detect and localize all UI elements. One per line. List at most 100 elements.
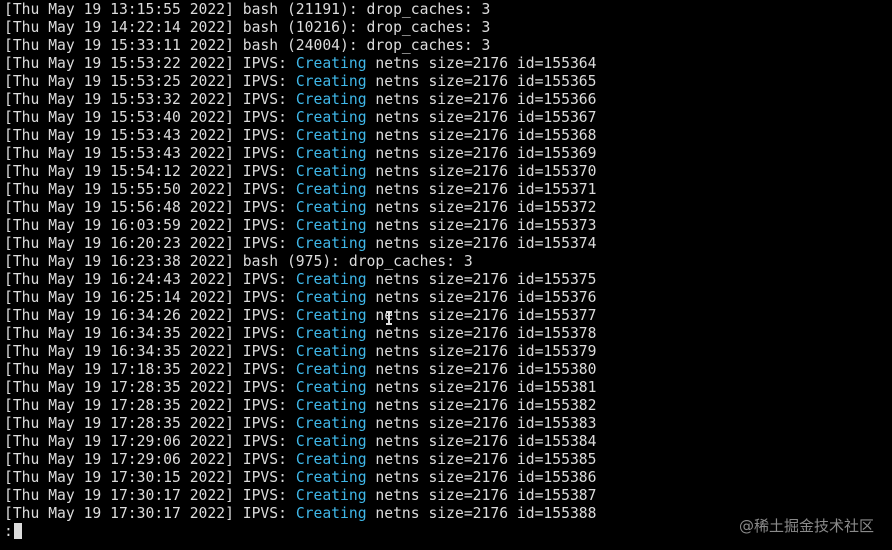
log-line: [Thu May 19 15:53:25 2022] IPVS: Creatin… <box>4 73 596 91</box>
log-line-prefix: [Thu May 19 15:56:48 2022] IPVS: <box>4 199 296 216</box>
log-line-prefix: [Thu May 19 16:34:35 2022] IPVS: <box>4 343 296 360</box>
log-line-keyword: Creating <box>295 307 367 324</box>
block-cursor-icon <box>13 523 22 539</box>
log-output: [Thu May 19 13:15:55 2022] bash (21191):… <box>4 1 596 523</box>
log-line-keyword: Creating <box>295 343 367 360</box>
log-line-suffix: netns size=2176 id=155374 <box>366 235 597 252</box>
log-line: [Thu May 19 16:24:43 2022] IPVS: Creatin… <box>4 271 596 289</box>
log-line: [Thu May 19 15:53:43 2022] IPVS: Creatin… <box>4 127 596 145</box>
log-line: [Thu May 19 15:33:11 2022] bash (24004):… <box>4 37 596 55</box>
log-line-prefix: [Thu May 19 13:15:55 2022] bash (21191):… <box>4 1 491 18</box>
log-line: [Thu May 19 16:25:14 2022] IPVS: Creatin… <box>4 289 596 307</box>
log-line-keyword: Creating <box>295 55 367 72</box>
log-line-suffix: netns size=2176 id=155387 <box>366 487 597 504</box>
log-line-prefix: [Thu May 19 16:34:35 2022] IPVS: <box>4 325 296 342</box>
log-line: [Thu May 19 16:23:38 2022] bash (975): d… <box>4 253 596 271</box>
log-line-keyword: Creating <box>295 145 367 162</box>
log-line-keyword: Creating <box>295 469 367 486</box>
log-line: [Thu May 19 17:18:35 2022] IPVS: Creatin… <box>4 361 596 379</box>
log-line: [Thu May 19 17:29:06 2022] IPVS: Creatin… <box>4 433 596 451</box>
log-line-keyword: Creating <box>295 361 367 378</box>
log-line-prefix: [Thu May 19 17:29:06 2022] IPVS: <box>4 433 296 450</box>
log-line: [Thu May 19 15:53:32 2022] IPVS: Creatin… <box>4 91 596 109</box>
log-line-suffix: netns size=2176 id=155364 <box>366 55 597 72</box>
log-line-keyword: Creating <box>295 199 367 216</box>
log-line-prefix: [Thu May 19 17:28:35 2022] IPVS: <box>4 379 296 396</box>
log-line-prefix: [Thu May 19 15:55:50 2022] IPVS: <box>4 181 296 198</box>
terminal-window[interactable]: [Thu May 19 13:15:55 2022] bash (21191):… <box>0 0 892 550</box>
log-line: [Thu May 19 15:53:22 2022] IPVS: Creatin… <box>4 55 596 73</box>
log-line-suffix: netns size=2176 id=155371 <box>366 181 597 198</box>
log-line-keyword: Creating <box>295 163 367 180</box>
log-line-suffix: netns size=2176 id=155375 <box>366 271 597 288</box>
log-line-suffix: netns size=2176 id=155386 <box>366 469 597 486</box>
log-line-prefix: [Thu May 19 14:22:14 2022] bash (10216):… <box>4 19 491 36</box>
log-line-keyword: Creating <box>295 109 367 126</box>
log-line-suffix: netns size=2176 id=155377 <box>366 307 597 324</box>
log-line-suffix: netns size=2176 id=155385 <box>366 451 597 468</box>
pager-prompt[interactable]: : <box>4 523 22 541</box>
log-line-prefix: [Thu May 19 15:54:12 2022] IPVS: <box>4 163 296 180</box>
log-line-prefix: [Thu May 19 17:30:17 2022] IPVS: <box>4 487 296 504</box>
log-line-keyword: Creating <box>295 379 367 396</box>
log-line-keyword: Creating <box>295 235 367 252</box>
log-line-suffix: netns size=2176 id=155380 <box>366 361 597 378</box>
log-line-suffix: netns size=2176 id=155373 <box>366 217 597 234</box>
log-line-keyword: Creating <box>295 451 367 468</box>
log-line-prefix: [Thu May 19 15:33:11 2022] bash (24004):… <box>4 37 491 54</box>
log-line-prefix: [Thu May 19 15:53:43 2022] IPVS: <box>4 127 296 144</box>
log-line-prefix: [Thu May 19 15:53:40 2022] IPVS: <box>4 109 296 126</box>
log-line-suffix: netns size=2176 id=155365 <box>366 73 597 90</box>
log-line-suffix: netns size=2176 id=155378 <box>366 325 597 342</box>
log-line-prefix: [Thu May 19 17:18:35 2022] IPVS: <box>4 361 296 378</box>
log-line-prefix: [Thu May 19 15:53:43 2022] IPVS: <box>4 145 296 162</box>
i-beam-cursor-icon <box>386 311 392 325</box>
log-line-keyword: Creating <box>295 433 367 450</box>
log-line-keyword: Creating <box>295 289 367 306</box>
log-line: [Thu May 19 17:28:35 2022] IPVS: Creatin… <box>4 397 596 415</box>
log-line-prefix: [Thu May 19 17:29:06 2022] IPVS: <box>4 451 296 468</box>
log-line: [Thu May 19 17:30:17 2022] IPVS: Creatin… <box>4 487 596 505</box>
log-line-suffix: netns size=2176 id=155367 <box>366 109 597 126</box>
log-line-suffix: netns size=2176 id=155370 <box>366 163 597 180</box>
log-line-prefix: [Thu May 19 16:25:14 2022] IPVS: <box>4 289 296 306</box>
log-line-keyword: Creating <box>295 487 367 504</box>
log-line-prefix: [Thu May 19 16:20:23 2022] IPVS: <box>4 235 296 252</box>
log-line: [Thu May 19 15:55:50 2022] IPVS: Creatin… <box>4 181 596 199</box>
log-line-keyword: Creating <box>295 217 367 234</box>
log-line: [Thu May 19 17:28:35 2022] IPVS: Creatin… <box>4 379 596 397</box>
log-line-suffix: netns size=2176 id=155388 <box>366 505 597 522</box>
log-line: [Thu May 19 13:15:55 2022] bash (21191):… <box>4 1 596 19</box>
log-line-suffix: netns size=2176 id=155379 <box>366 343 597 360</box>
log-line-suffix: netns size=2176 id=155372 <box>366 199 597 216</box>
log-line-keyword: Creating <box>295 127 367 144</box>
log-line-prefix: [Thu May 19 16:23:38 2022] bash (975): d… <box>4 253 473 270</box>
log-line-prefix: [Thu May 19 16:34:26 2022] IPVS: <box>4 307 296 324</box>
pager-prompt-text: : <box>4 523 13 540</box>
watermark: @稀土掘金技术社区 <box>738 517 874 535</box>
log-line-keyword: Creating <box>295 91 367 108</box>
log-line: [Thu May 19 17:30:15 2022] IPVS: Creatin… <box>4 469 596 487</box>
log-line: [Thu May 19 15:54:12 2022] IPVS: Creatin… <box>4 163 596 181</box>
log-line: [Thu May 19 17:29:06 2022] IPVS: Creatin… <box>4 451 596 469</box>
log-line: [Thu May 19 17:30:17 2022] IPVS: Creatin… <box>4 505 596 523</box>
log-line-prefix: [Thu May 19 15:53:22 2022] IPVS: <box>4 55 296 72</box>
log-line: [Thu May 19 15:53:40 2022] IPVS: Creatin… <box>4 109 596 127</box>
log-line-prefix: [Thu May 19 17:28:35 2022] IPVS: <box>4 397 296 414</box>
log-line-prefix: [Thu May 19 17:30:15 2022] IPVS: <box>4 469 296 486</box>
log-line-prefix: [Thu May 19 17:30:17 2022] IPVS: <box>4 505 296 522</box>
log-line-suffix: netns size=2176 id=155383 <box>366 415 597 432</box>
log-line-keyword: Creating <box>295 505 367 522</box>
log-line-suffix: netns size=2176 id=155381 <box>366 379 597 396</box>
log-line-prefix: [Thu May 19 15:53:32 2022] IPVS: <box>4 91 296 108</box>
log-line: [Thu May 19 16:34:26 2022] IPVS: Creatin… <box>4 307 596 325</box>
log-line: [Thu May 19 14:22:14 2022] bash (10216):… <box>4 19 596 37</box>
log-line: [Thu May 19 16:03:59 2022] IPVS: Creatin… <box>4 217 596 235</box>
log-line-suffix: netns size=2176 id=155366 <box>366 91 597 108</box>
log-line-keyword: Creating <box>295 271 367 288</box>
log-line-prefix: [Thu May 19 16:03:59 2022] IPVS: <box>4 217 296 234</box>
log-line-suffix: netns size=2176 id=155382 <box>366 397 597 414</box>
log-line-keyword: Creating <box>295 325 367 342</box>
log-line-prefix: [Thu May 19 17:28:35 2022] IPVS: <box>4 415 296 432</box>
log-line: [Thu May 19 15:53:43 2022] IPVS: Creatin… <box>4 145 596 163</box>
